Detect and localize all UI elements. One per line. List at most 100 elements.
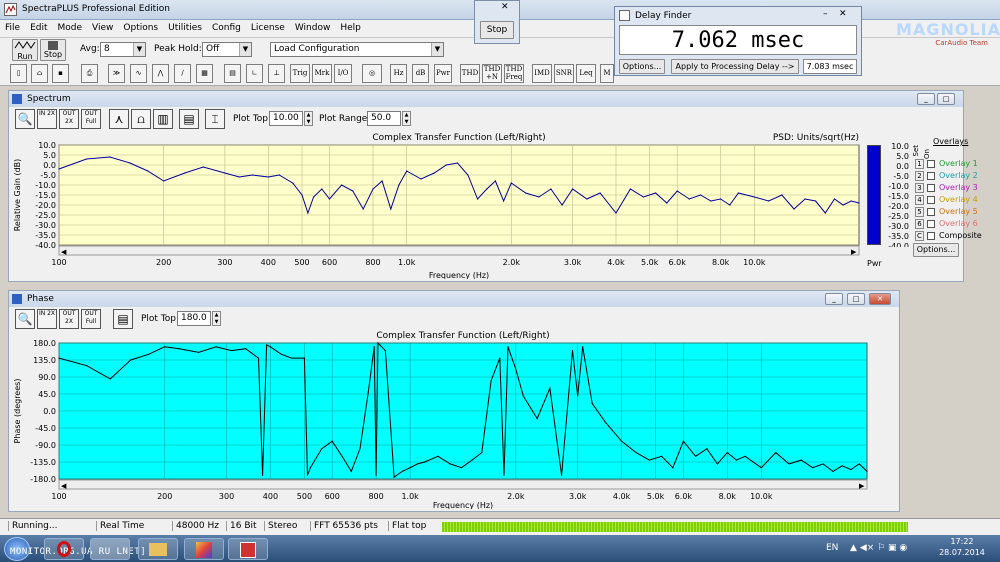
scroll-right-icon[interactable]: ▶ (851, 248, 857, 256)
overlay-row[interactable]: 1 Overlay 1 (915, 159, 999, 171)
spectrogram-icon[interactable]: ▦ (196, 64, 213, 83)
overlay-options-button[interactable]: Options... (913, 243, 959, 257)
overlay-row[interactable]: 6 Overlay 6 (915, 219, 999, 231)
imd-button[interactable]: IMD (532, 64, 552, 83)
overlay-row[interactable]: 4 Overlay 4 (915, 195, 999, 207)
phase-chart[interactable]: Complex Transfer Function (Left/Right) 18… (11, 329, 897, 509)
zoom-out-2x-icon[interactable]: OUT 2X (59, 109, 79, 129)
new-icon[interactable]: ▯ (10, 64, 27, 83)
overlay-set-button[interactable]: 2 (915, 171, 924, 181)
phase-plot-top-input[interactable]: 180.0 (177, 311, 211, 326)
zoom-in-2x-icon[interactable]: IN 2X (37, 109, 57, 129)
stop-popup-button[interactable]: Stop (480, 21, 514, 39)
overlay-checkbox[interactable] (927, 172, 935, 180)
overlay-set-button[interactable]: 6 (915, 219, 924, 229)
run-button[interactable]: Run (12, 39, 38, 61)
leq-button[interactable]: Leq (576, 64, 596, 83)
overlay-checkbox[interactable] (927, 184, 935, 192)
scroll-right-icon[interactable]: ▶ (859, 482, 865, 490)
spectrum-minimize-button[interactable]: _ (917, 93, 935, 105)
menu-item-help[interactable]: Help (335, 20, 366, 33)
db-button[interactable]: dB (412, 64, 429, 83)
menu-item-mode[interactable]: Mode (53, 20, 88, 33)
phase-minimize-button[interactable]: _ (825, 293, 843, 305)
scroll-left-icon[interactable]: ◀ (61, 248, 67, 256)
zoom-icon[interactable]: 🔍 (15, 309, 35, 329)
horizontal-scrollbar[interactable] (58, 245, 860, 256)
meter-icon[interactable]: ▤ (224, 64, 241, 83)
taskbar-paint-icon[interactable] (184, 538, 224, 560)
overlay-set-button[interactable]: C (915, 231, 924, 241)
overlay-row[interactable]: C Composite (915, 231, 999, 243)
phase-maximize-button[interactable]: □ (847, 293, 865, 305)
clock-date[interactable]: 28.07.2014 (934, 548, 990, 557)
tray-icons[interactable]: ▲ ◀× ⚐ ▣ ◉ (850, 543, 907, 553)
plot-top-spinner[interactable]: ▲ ▼ (304, 111, 313, 126)
phase-titlebar[interactable]: Phase _ □ ✕ (9, 291, 899, 307)
thd-n-button[interactable]: THD +N (482, 64, 502, 83)
axis-icon[interactable]: ∟ (246, 64, 263, 83)
taskbar-opera-icon[interactable] (44, 538, 84, 560)
overlay-checkbox[interactable] (927, 232, 935, 240)
io-button[interactable]: I/O (334, 64, 352, 83)
spectrum-titlebar[interactable]: Spectrum _ □ (9, 91, 963, 107)
m-button[interactable]: M (600, 64, 614, 83)
table-icon[interactable]: ▤ (113, 309, 133, 329)
taskbar-folder-icon[interactable] (138, 538, 178, 560)
spectrum-maximize-button[interactable]: □ (937, 93, 955, 105)
overlay-set-button[interactable]: 3 (915, 183, 924, 193)
overlay-row[interactable]: 5 Overlay 5 (915, 207, 999, 219)
open-icon[interactable]: ⌂ (31, 64, 48, 83)
delay-finder-close-icon[interactable]: ✕ (839, 9, 847, 19)
trig-button[interactable]: Trig (290, 64, 310, 83)
menu-item-file[interactable]: File (0, 20, 25, 33)
scale-icon[interactable]: ⌶ (205, 109, 225, 129)
config-select[interactable]: Load Configuration ▼ (270, 42, 444, 57)
print-icon[interactable]: ⎙ (81, 64, 98, 83)
snr-button[interactable]: SNR (554, 64, 574, 83)
overlay-checkbox[interactable] (927, 220, 935, 228)
stop-button[interactable]: Stop (40, 39, 66, 61)
menu-item-window[interactable]: Window (290, 20, 336, 33)
horizontal-scrollbar[interactable] (58, 479, 868, 490)
overlay-row[interactable]: 2 Overlay 2 (915, 171, 999, 183)
overlay-set-button[interactable]: 4 (915, 195, 924, 205)
thd-freq-button[interactable]: THD Freq (504, 64, 524, 83)
bar-icon[interactable]: ⩍ (131, 109, 151, 129)
plot-top-input[interactable]: 10.00 (269, 111, 303, 126)
phase-plot-top-spinner[interactable]: ▲ ▼ (212, 311, 221, 326)
zoom-out-full-icon[interactable]: OUT Full (81, 309, 101, 329)
pwr-button[interactable]: Pwr (434, 64, 452, 83)
delay-options-button[interactable]: Options... (619, 59, 665, 74)
zoom-in-2x-icon[interactable]: IN 2X (37, 309, 57, 329)
zoom-out-2x-icon[interactable]: OUT 2X (59, 309, 79, 329)
peak-icon[interactable]: ⋏ (109, 109, 129, 129)
octave-icon[interactable]: ▥ (153, 109, 173, 129)
scroll-left-icon[interactable]: ◀ (61, 482, 67, 490)
save-icon[interactable]: ▪ (52, 64, 69, 83)
menu-item-options[interactable]: Options (118, 20, 163, 33)
peak-hold-select[interactable]: Off ▼ (202, 42, 252, 57)
menu-item-edit[interactable]: Edit (25, 20, 52, 33)
menu-item-config[interactable]: Config (207, 20, 246, 33)
overlay-set-button[interactable]: 1 (915, 159, 924, 169)
overlay-checkbox[interactable] (927, 208, 935, 216)
zoom-icon[interactable]: 🔍 (15, 109, 35, 129)
delay-finder-min-button[interactable]: – (823, 9, 828, 19)
overlay-checkbox[interactable] (927, 160, 935, 168)
spectrum-chart[interactable]: Complex Transfer Function (Left/Right) PS… (11, 131, 863, 279)
plot-range-input[interactable]: 50.0 (367, 111, 401, 126)
clock-time[interactable]: 17:22 (942, 537, 982, 546)
phase-close-button[interactable]: ✕ (869, 293, 891, 305)
menu-item-view[interactable]: View (87, 20, 118, 33)
taskbar-app-icon[interactable] (228, 538, 268, 560)
menu-item-license[interactable]: License (246, 20, 290, 33)
spectrum-icon[interactable]: ⋀ (152, 64, 169, 83)
calibrate-icon[interactable]: ⊥ (268, 64, 285, 83)
menu-item-utilities[interactable]: Utilities (163, 20, 207, 33)
thd-button[interactable]: THD (460, 64, 480, 83)
plot-range-spinner[interactable]: ▲ ▼ (402, 111, 411, 126)
mrk-button[interactable]: Mrk (312, 64, 332, 83)
hz-button[interactable]: Hz (390, 64, 407, 83)
taskbar-spectraplus-icon[interactable] (90, 538, 130, 560)
